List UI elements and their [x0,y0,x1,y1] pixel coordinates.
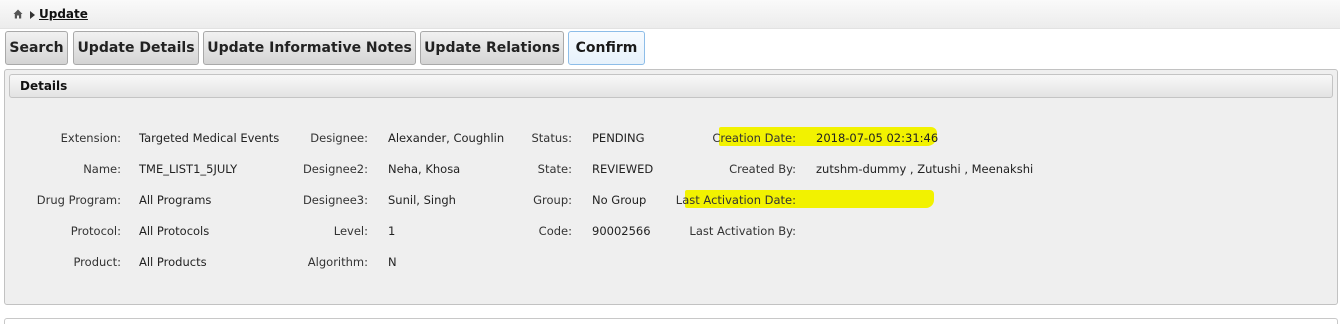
extension-value: Targeted Medical Events [139,131,280,145]
level-label: Level: [333,224,368,238]
product-label: Product: [73,255,121,269]
group-value: No Group [592,193,647,207]
creation-date-label: Creation Date: [712,131,796,145]
created-by-value: zutshm-dummy , Zutushi , Meenakshi [816,162,1034,176]
designee3-label: Designee3: [302,193,368,207]
details-panel: Details [4,69,1338,305]
tab-search[interactable]: Search [5,31,68,65]
name-label: Name: [83,162,121,176]
details-header[interactable]: Details [9,74,1333,98]
last-activation-date-label: Last Activation Date: [675,193,796,207]
algorithm-value: N [388,255,397,269]
extension-label: Extension: [60,131,121,145]
status-value: PENDING [592,131,645,145]
breadcrumb-link-update[interactable]: Update [39,7,88,21]
state-label: State: [537,162,572,176]
designee3-value: Sunil, Singh [388,193,456,207]
group-label: Group: [533,193,572,207]
protocol-label: Protocol: [70,224,121,238]
designee2-value: Neha, Khosa [388,162,461,176]
code-label: Code: [538,224,572,238]
algorithm-label: Algorithm: [307,255,368,269]
name-value: TME_LIST1_5JULY [139,162,238,176]
designee-value: Alexander, Coughlin [388,131,505,145]
level-value: 1 [388,224,396,238]
tab-confirm[interactable]: Confirm [568,31,645,65]
product-value: All Products [139,255,207,269]
code-value: 90002566 [592,224,651,238]
drug-program-label: Drug Program: [36,193,121,207]
status-label: Status: [531,131,572,145]
tab-update-relations[interactable]: Update Relations [420,31,564,65]
designee-label: Designee: [310,131,368,145]
protocol-value: All Protocols [139,224,210,238]
state-value: REVIEWED [592,162,654,176]
chevron-right-icon [30,11,35,19]
breadcrumb: Update [0,0,1340,29]
tab-update-details[interactable]: Update Details [73,31,199,65]
last-activation-by-label: Last Activation By: [689,224,796,238]
tab-update-informative-notes[interactable]: Update Informative Notes [203,31,416,65]
creation-date-value: 2018-07-05 02:31:46 [816,131,939,145]
details-title: Details [20,79,68,93]
home-icon[interactable] [13,9,23,19]
designee2-label: Designee2: [302,162,368,176]
drug-program-value: All Programs [139,193,212,207]
next-panel-edge [4,318,1338,324]
created-by-label: Created By: [729,162,796,176]
